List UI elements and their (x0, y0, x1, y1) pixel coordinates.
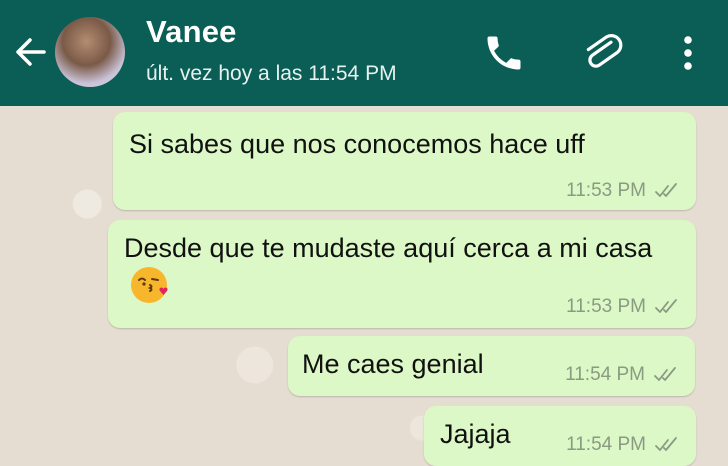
message-time: 11:54 PM (566, 434, 646, 455)
attach-button[interactable] (579, 29, 627, 77)
arrow-left-icon (16, 38, 46, 66)
double-check-icon (655, 299, 677, 313)
message-bubble-outgoing[interactable]: Si sabes que nos conocemos hace uff 11:5… (113, 112, 696, 210)
more-vert-icon (684, 36, 692, 70)
message-meta: 11:54 PM (566, 434, 682, 456)
message-time: 11:53 PM (566, 296, 646, 317)
message-bubble-outgoing[interactable]: Jajaja 11:54 PM (424, 406, 696, 466)
chat-header: Vanee últ. vez hoy a las 11:54 PM (0, 0, 728, 106)
message-text: Me caes genial (302, 349, 484, 379)
last-seen-status: últ. vez hoy a las 11:54 PM (146, 62, 397, 85)
message-meta: 11:53 PM (566, 296, 682, 318)
voice-call-button[interactable] (482, 31, 526, 75)
double-check-icon (654, 367, 676, 381)
message-bubble-outgoing[interactable]: Desde que te mudaste aquí cerca a mi cas… (108, 220, 696, 328)
paperclip-icon (586, 34, 623, 68)
contact-name[interactable]: Vanee (146, 14, 237, 50)
message-text-content: Desde que te mudaste aquí cerca a mi cas… (124, 233, 653, 263)
message-time: 11:54 PM (565, 364, 645, 385)
message-bubble-outgoing[interactable]: Me caes genial 11:54 PM (288, 336, 695, 396)
message-time: 11:53 PM (566, 180, 646, 201)
contact-avatar[interactable] (55, 17, 125, 87)
message-meta: 11:54 PM (565, 364, 681, 386)
message-text: Si sabes que nos conocemos hace uff (129, 129, 585, 159)
message-list[interactable]: Si sabes que nos conocemos hace uff 11:5… (0, 106, 728, 466)
phone-icon (487, 36, 521, 70)
back-button[interactable] (10, 30, 50, 74)
double-check-icon (655, 437, 677, 451)
kissing-face-emoji (131, 267, 168, 303)
more-options-button[interactable] (672, 31, 704, 75)
double-check-icon (655, 183, 677, 197)
message-text: Jajaja (440, 419, 511, 449)
message-meta: 11:53 PM (566, 180, 682, 202)
